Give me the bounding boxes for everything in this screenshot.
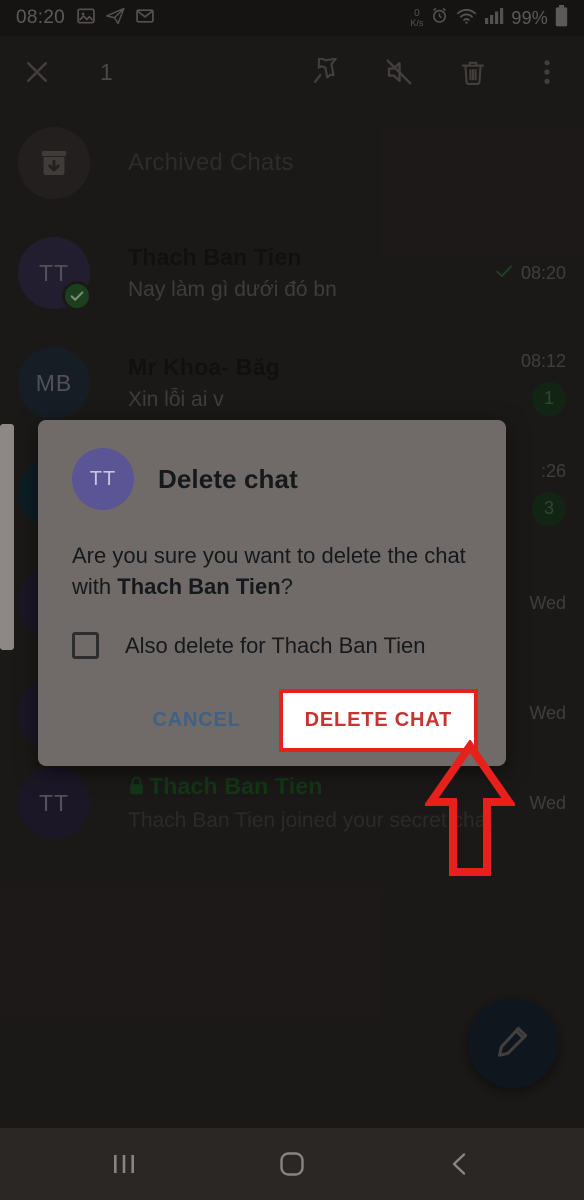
dialog-actions: CANCEL DELETE CHAT xyxy=(72,689,478,752)
annotation-arrow-up-icon xyxy=(423,739,517,880)
delete-chat-button[interactable]: DELETE CHAT xyxy=(286,697,470,744)
phone-screen: 08:20 0 K/s 99% 1 Archived Chats TT Thac… xyxy=(0,0,584,1200)
dialog-left-edge-strip xyxy=(0,424,14,650)
dialog-message-name: Thach Ban Tien xyxy=(117,574,281,599)
home-icon[interactable] xyxy=(257,1137,327,1191)
dialog-message-suffix: ? xyxy=(280,574,293,599)
dialog-title: Delete chat xyxy=(158,463,298,494)
also-delete-checkbox[interactable] xyxy=(72,632,99,659)
delete-chat-dialog: TT Delete chat Are you sure you want to … xyxy=(38,420,506,766)
dialog-avatar: TT xyxy=(72,448,134,510)
dialog-header: TT Delete chat xyxy=(72,448,472,510)
android-nav-bar xyxy=(0,1128,584,1200)
also-delete-checkbox-row[interactable]: Also delete for Thach Ban Tien xyxy=(72,632,472,659)
recents-icon[interactable] xyxy=(89,1137,159,1191)
dialog-avatar-initials: TT xyxy=(89,467,117,490)
cancel-button[interactable]: CANCEL xyxy=(135,695,259,746)
back-icon[interactable] xyxy=(425,1137,495,1191)
dialog-message: Are you sure you want to delete the chat… xyxy=(72,540,472,602)
also-delete-checkbox-label: Also delete for Thach Ban Tien xyxy=(125,632,426,658)
